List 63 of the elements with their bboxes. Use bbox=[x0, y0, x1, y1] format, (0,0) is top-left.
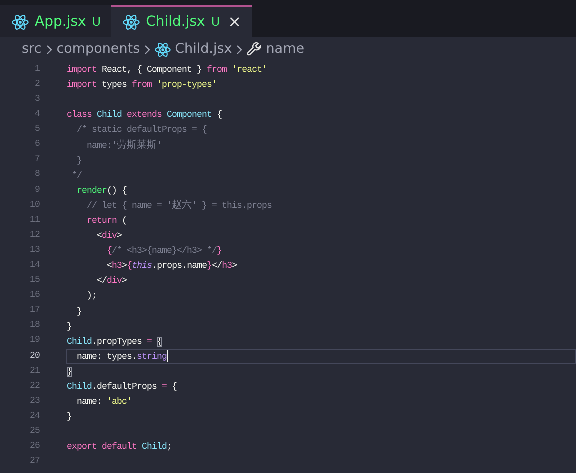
line-number: 6 bbox=[34, 138, 40, 152]
chevron-icon bbox=[46, 44, 53, 54]
code-line: name:'劳斯莱斯' bbox=[86, 138, 164, 153]
breadcrumb-item[interactable]: src bbox=[22, 39, 42, 60]
line-number: 19 bbox=[28, 334, 40, 348]
line-number: 8 bbox=[34, 168, 40, 182]
code-line: } bbox=[66, 411, 74, 424]
chevron-icon bbox=[144, 44, 152, 54]
code-line: name: 'abc' bbox=[76, 396, 134, 410]
code-line: */ bbox=[71, 170, 84, 183]
line-number: 24 bbox=[28, 410, 40, 423]
line-number: 2 bbox=[34, 78, 40, 91]
close-icon[interactable]: × bbox=[228, 14, 242, 30]
breadcrumb-item[interactable]: components bbox=[56, 39, 140, 60]
code-line: render() { bbox=[76, 184, 128, 198]
line-number: 23 bbox=[28, 394, 40, 408]
line-number: 12 bbox=[28, 228, 40, 242]
line-number: 21 bbox=[28, 364, 40, 378]
react-icon bbox=[155, 42, 172, 58]
code-line: class Child extends Component { bbox=[66, 109, 224, 122]
line-number: 20 bbox=[28, 350, 40, 363]
code-line: // let { name = '赵六' } = this.props bbox=[86, 198, 274, 213]
code-line: Child.defaultProps = { bbox=[66, 381, 178, 394]
line-number: 13 bbox=[28, 244, 40, 257]
code-line: } bbox=[76, 306, 84, 319]
text-cursor bbox=[167, 350, 168, 362]
line-number: 18 bbox=[28, 319, 40, 332]
code-line: <h3>{this.props.name}</h3> bbox=[106, 260, 238, 274]
line-number: 14 bbox=[28, 259, 40, 272]
code-line: <div> bbox=[96, 230, 124, 244]
chevron-icon bbox=[236, 44, 244, 54]
file-tab[interactable]: Child.jsx U × bbox=[111, 5, 252, 37]
wrench-icon bbox=[247, 42, 262, 57]
code-line: ); bbox=[86, 290, 98, 304]
code-line: {/* <h3>{name}</h3> */} bbox=[106, 245, 224, 258]
line-number: 27 bbox=[28, 455, 40, 468]
line-number: 22 bbox=[28, 380, 40, 393]
code-line: export default Child; bbox=[66, 441, 174, 454]
line-number: 26 bbox=[28, 440, 40, 454]
code-line: import types from 'prop-types' bbox=[66, 79, 218, 92]
code-line: } bbox=[66, 320, 74, 334]
code-line: import React, { Component } from 'react' bbox=[66, 64, 268, 78]
breadcrumb-item[interactable]: name bbox=[266, 39, 305, 60]
line-number: 11 bbox=[28, 214, 40, 227]
line-number: 5 bbox=[34, 123, 40, 136]
line-number: 9 bbox=[34, 184, 40, 197]
code-line: /* static defaultProps = { bbox=[76, 124, 208, 138]
breadcrumb-item[interactable]: Child.jsx bbox=[175, 39, 232, 60]
line-number: 15 bbox=[28, 274, 40, 288]
line-number: 10 bbox=[28, 198, 40, 212]
react-icon bbox=[12, 14, 29, 30]
file-tab[interactable]: App.jsx U bbox=[0, 5, 112, 37]
line-number: 7 bbox=[34, 153, 40, 166]
code-line: return ( bbox=[86, 214, 128, 228]
line-number: 25 bbox=[28, 425, 40, 438]
react-icon bbox=[123, 14, 140, 30]
line-number: 3 bbox=[34, 92, 40, 106]
line-number: 1 bbox=[34, 62, 40, 76]
line-number: 17 bbox=[28, 304, 40, 318]
code-line: </div> bbox=[96, 275, 128, 288]
line-number: 16 bbox=[28, 289, 40, 302]
line-number: 4 bbox=[34, 108, 40, 122]
code-line: } bbox=[76, 154, 84, 168]
